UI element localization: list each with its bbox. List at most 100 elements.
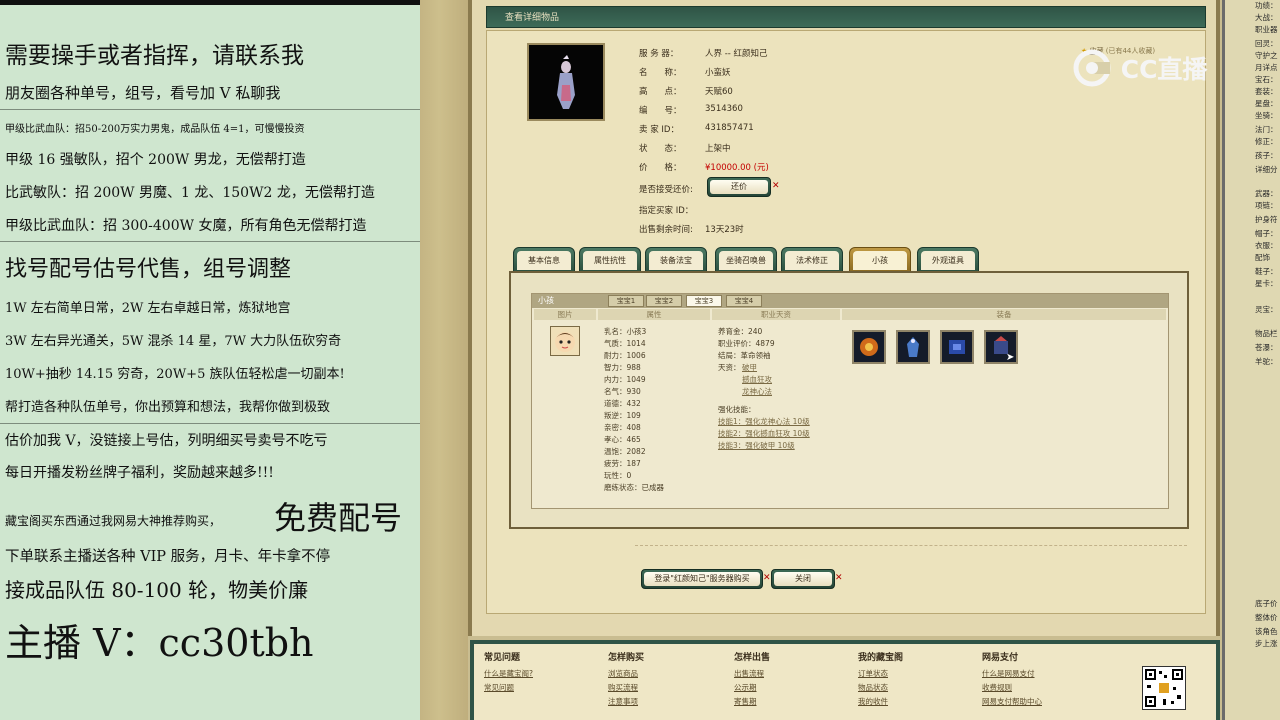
- tab-mounts-summons[interactable]: 坐骑召唤兽: [715, 247, 777, 273]
- dashed-divider: [635, 545, 1187, 546]
- footer-link[interactable]: 订单状态: [858, 667, 903, 681]
- overlay-line-3: 甲级比武血队：招50-200万实力男鬼，成品队伍 4=1，可慢慢投资: [5, 124, 305, 135]
- footer-link[interactable]: 寄售期: [734, 695, 770, 709]
- buyer-id-label: 指定买家 ID：: [639, 206, 694, 216]
- overlay-line-6: 甲级比武血队：招 300-400W 女魔，所有角色无偿帮打造: [5, 218, 367, 234]
- close-button[interactable]: 关闭: [771, 569, 835, 589]
- skill-link[interactable]: 技能2：强化撼血狂攻 10级: [718, 428, 810, 439]
- footer-link[interactable]: 收费规则: [982, 681, 1042, 695]
- stat-line: 智力：988: [604, 363, 641, 372]
- overlay-line-2: 朋友圈各种单号，组号，看号加 V 私聊我: [5, 84, 281, 102]
- character-portrait: [527, 43, 605, 121]
- side-note-item: 星卡：: [1255, 279, 1278, 288]
- window-title: 查看详细物品: [486, 6, 1206, 28]
- tab-attributes[interactable]: 属性抗性: [579, 247, 641, 273]
- side-note-item: 套装：: [1255, 87, 1278, 96]
- overlay-line-5: 比武敏队：招 200W 男魔、1 龙、150W2 龙，无偿帮打造: [5, 185, 375, 201]
- child-face-icon: [555, 332, 575, 352]
- talent-link[interactable]: 撼血狂攻: [742, 374, 772, 385]
- tab-spell-correction[interactable]: 法术修正: [781, 247, 843, 273]
- footer-link[interactable]: 常见问题: [484, 681, 533, 695]
- side-note-item: 大战：: [1255, 13, 1278, 22]
- stat-line: 气质：1014: [604, 339, 646, 348]
- field-seller-label: 卖 家 ID：: [639, 125, 679, 135]
- footer-link[interactable]: 网易支付帮助中心: [982, 695, 1042, 709]
- buy-close-icon[interactable]: ✕: [763, 573, 771, 583]
- skill-link[interactable]: 技能3：强化破甲 10级: [718, 440, 795, 451]
- ending: 结局：革命领袖: [718, 350, 771, 361]
- skill-link[interactable]: 技能1：强化龙神心法 10级: [718, 416, 810, 427]
- side-note-item: 整体价: [1255, 613, 1278, 622]
- field-server-value: 人界 -- 红颜知己: [705, 49, 768, 59]
- equipment-slot-1[interactable]: [852, 330, 886, 364]
- field-name-label: 名 称：: [639, 68, 682, 78]
- field-level-value: 天赋60: [705, 87, 733, 97]
- ending-label: 结局：: [718, 351, 741, 360]
- tab-equipment[interactable]: 装备法宝: [645, 247, 707, 273]
- side-note-item: 孩子：: [1255, 151, 1278, 160]
- tab-basic-info[interactable]: 基本信息: [513, 247, 575, 273]
- side-note-item: 坐骑：: [1255, 111, 1278, 120]
- overlay-free-match: 免费配号: [274, 499, 403, 537]
- footer-link[interactable]: 出售流程: [734, 667, 770, 681]
- cc-logo-text: CC直播: [1120, 55, 1208, 84]
- skills-label: 强化技能：: [718, 405, 756, 414]
- footer-link[interactable]: 浏览商品: [608, 667, 644, 681]
- nurture-fund: 养育金：240: [718, 327, 763, 336]
- close-x-icon[interactable]: ✕: [835, 573, 843, 583]
- overlay-line-11: 帮打造各种队伍单号，你出预算和想法，我帮你做到极致: [5, 400, 331, 415]
- footer-link[interactable]: 购买流程: [608, 681, 644, 695]
- footer-col-how-to-sell: 怎样出售 出售流程 公示期 寄售期: [734, 650, 770, 709]
- footer-link[interactable]: 什么是藏宝阁?: [484, 667, 533, 681]
- talent-link[interactable]: 破甲: [742, 362, 757, 373]
- overlay-line-7: 找号配号估号代售，组号调整: [5, 257, 292, 282]
- footer-link[interactable]: 我的收件: [858, 695, 903, 709]
- footer-link[interactable]: 公示期: [734, 681, 770, 695]
- side-note-item: 衣服：: [1255, 241, 1278, 250]
- equipment-item-icon: [949, 340, 965, 354]
- field-level-label: 高 点：: [639, 87, 682, 97]
- overlay-line-15: 下单联系主播送各种 VIP 服务，月卡、年卡拿不停: [5, 549, 331, 565]
- side-note-item: 配饰: [1255, 253, 1270, 262]
- career-evaluation: 职业评价：4879: [718, 339, 775, 348]
- overlay-line-8: 1W 左右简单日常，2W 左右卓越日常，炼狱地宫: [5, 301, 291, 316]
- subtab-baby-2[interactable]: 宝宝2: [646, 295, 682, 307]
- side-note-item: 修正：: [1255, 137, 1278, 146]
- side-note-item: 灵宝：: [1255, 305, 1278, 314]
- side-note-item: 法门：: [1255, 125, 1278, 134]
- overlay-line-4: 甲级 16 强敏队，招个 200W 男龙，无偿帮打造: [5, 152, 306, 168]
- side-note-item: 帽子：: [1255, 229, 1278, 238]
- stat-line: 叛逆：109: [604, 411, 641, 420]
- divider: [0, 109, 420, 110]
- subtab-baby-3[interactable]: 宝宝3: [686, 295, 722, 307]
- tab-appearance[interactable]: 外观道具: [917, 247, 979, 273]
- footer-link[interactable]: 什么是网易支付: [982, 667, 1042, 681]
- side-note-item: 羊驼：: [1255, 357, 1278, 366]
- footer-link[interactable]: 注意事项: [608, 695, 644, 709]
- side-note-item: 职业器: [1255, 25, 1278, 34]
- stat-line: 孝心：465: [604, 435, 641, 444]
- bargain-close-icon[interactable]: ✕: [772, 181, 780, 191]
- talent-link[interactable]: 龙神心法: [742, 386, 772, 397]
- divider: [0, 241, 420, 242]
- footer-heading: 怎样购买: [608, 653, 645, 663]
- side-note-item: 宝石：: [1255, 75, 1278, 84]
- overlay-line-9: 3W 左右异光通关，5W 混杀 14 星，7W 大力队伍砍穷奇: [5, 334, 342, 349]
- side-note-item: 项链：: [1255, 201, 1278, 210]
- tab-child[interactable]: 小孩: [849, 247, 911, 273]
- login-to-buy-button[interactable]: 登录"红颜知己"服务器购买: [641, 569, 763, 589]
- stat-line: 疲劳：187: [604, 459, 641, 468]
- subtab-baby-1[interactable]: 宝宝1: [608, 295, 644, 307]
- equipment-slot-3[interactable]: [940, 330, 974, 364]
- footer-link[interactable]: 物品状态: [858, 681, 903, 695]
- subtab-baby-4[interactable]: 宝宝4: [726, 295, 762, 307]
- footer-col-payment: 网易支付 什么是网易支付 收费规则 网易支付帮助中心: [982, 650, 1042, 709]
- equipment-slot-2[interactable]: [896, 330, 930, 364]
- footer-heading: 怎样出售: [734, 653, 771, 663]
- field-id-label: 编 号：: [639, 106, 682, 116]
- side-note-item: 回灵：: [1255, 39, 1278, 48]
- bargain-button[interactable]: 还价: [707, 177, 771, 197]
- remaining-time-label: 出售剩余时间:: [639, 225, 693, 235]
- side-note-item: 物品栏: [1255, 329, 1278, 338]
- remaining-time-value: 13天23时: [705, 225, 744, 235]
